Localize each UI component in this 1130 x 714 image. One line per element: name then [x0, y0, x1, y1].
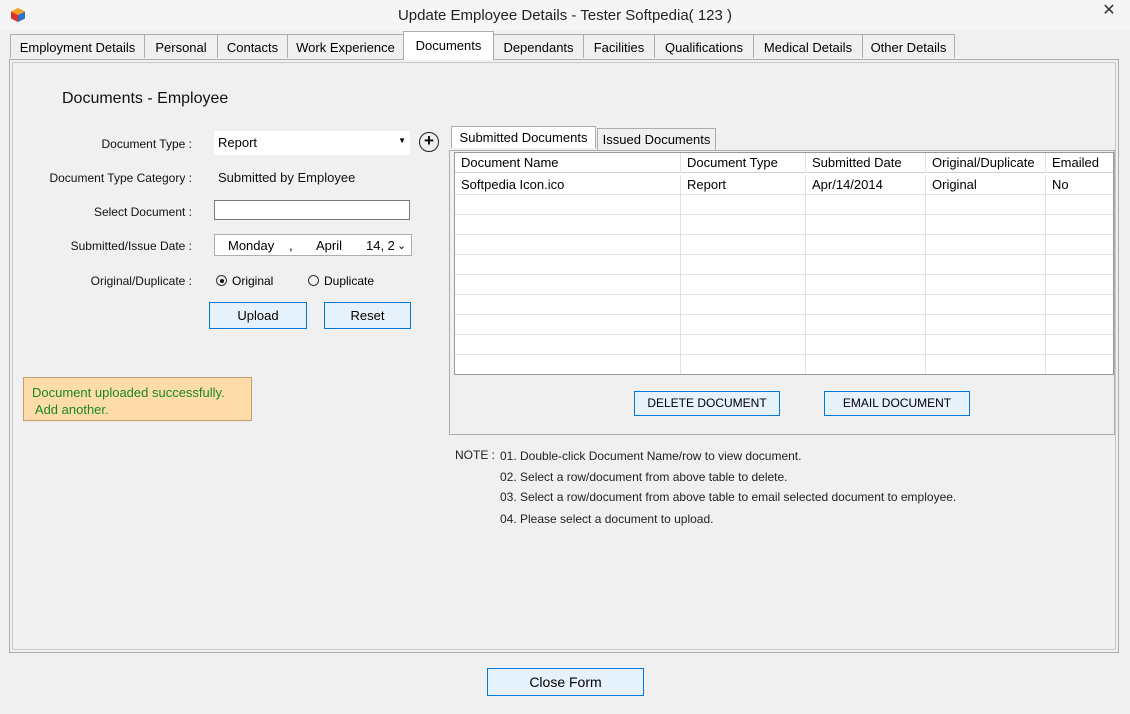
date-day-name: Monday [228, 238, 275, 253]
status-message-line-1: Document uploaded successfully. [32, 385, 225, 400]
reset-button[interactable]: Reset [324, 302, 411, 329]
email-document-button[interactable]: EMAIL DOCUMENT [824, 391, 970, 416]
window-close-button[interactable]: ✕ [1094, 1, 1124, 21]
add-document-type-button[interactable]: + [419, 132, 439, 152]
tab-facilities[interactable]: Facilities [583, 34, 655, 58]
tab-medical-details[interactable]: Medical Details [753, 34, 863, 58]
table-cell: Original [926, 175, 1046, 195]
empty-table-row [455, 195, 1113, 215]
tab-documents[interactable]: Documents [403, 31, 494, 60]
chevron-down-icon: ▼ [398, 136, 406, 145]
tab-dependants[interactable]: Dependants [493, 34, 584, 58]
radio-duplicate-label: Duplicate [324, 274, 375, 288]
tab-other-details[interactable]: Other Details [862, 34, 955, 58]
column-header[interactable]: Document Type [681, 153, 806, 173]
original-duplicate-label: Original/Duplicate : [90, 274, 192, 288]
select-document-label: Select Document : [93, 205, 192, 219]
status-message-line-2: Add another. [32, 402, 109, 417]
close-form-button[interactable]: Close Form [487, 668, 644, 696]
title-bar: Update Employee Details - Tester Softped… [0, 0, 1130, 31]
tab-contacts[interactable]: Contacts [217, 34, 288, 58]
radio-original-label: Original [232, 274, 274, 288]
submitted-issue-date-picker[interactable]: Monday , April 14, 20 ⌄ [214, 234, 412, 256]
column-header[interactable]: Original/Duplicate [926, 153, 1046, 173]
empty-table-row [455, 255, 1113, 275]
subtab-submitted-documents[interactable]: Submitted Documents [451, 126, 596, 148]
empty-table-row [455, 235, 1113, 255]
empty-table-row [455, 335, 1113, 355]
note-item: 01. Double-click Document Name/row to vi… [500, 449, 802, 463]
note-item: 03. Select a row/document from above tab… [500, 490, 957, 504]
section-title: Documents - Employee [62, 90, 229, 107]
upload-button[interactable]: Upload [209, 302, 307, 329]
empty-table-row [455, 315, 1113, 335]
table-cell: Report [681, 175, 806, 195]
date-month: April [316, 238, 343, 253]
table-cell: No [1052, 177, 1069, 192]
empty-table-row [455, 275, 1113, 295]
date-separator: , [289, 238, 293, 253]
table-cell: Apr/14/2014 [806, 175, 926, 195]
radio-duplicate[interactable]: Duplicate [308, 274, 374, 288]
date-day: 14, 20 [366, 238, 394, 253]
empty-table-row [455, 295, 1113, 315]
radio-duplicate-indicator [308, 275, 319, 286]
radio-original[interactable]: Original [216, 274, 273, 288]
table-cell: Softpedia Icon.ico [455, 175, 681, 195]
submitted-issue-date-label: Submitted/Issue Date : [70, 239, 192, 253]
documents-table[interactable]: Document Name Document Type Submitted Da… [454, 152, 1114, 375]
chevron-down-icon: ⌄ [397, 240, 407, 252]
document-type-category-value: Submitted by Employee [218, 170, 356, 185]
note-item: 02. Select a row/document from above tab… [500, 470, 788, 484]
document-type-value: Report [218, 135, 258, 150]
subtab-issued-documents[interactable]: Issued Documents [597, 128, 716, 150]
empty-table-row [455, 215, 1113, 235]
column-header[interactable]: Emailed [1046, 153, 1113, 173]
radio-original-indicator [216, 275, 227, 286]
column-header[interactable]: Submitted Date [806, 153, 926, 173]
column-header[interactable]: Document Name [455, 153, 681, 173]
document-type-select[interactable]: Report ▼ [214, 131, 410, 155]
tab-personal[interactable]: Personal [144, 34, 218, 58]
tab-work-experience[interactable]: Work Experience [287, 34, 404, 58]
note-item: 04. Please select a document to upload. [500, 512, 714, 526]
delete-document-button[interactable]: DELETE DOCUMENT [634, 391, 780, 416]
status-message: Document uploaded successfully. Add anot… [23, 377, 252, 421]
empty-table-row [455, 355, 1113, 374]
tab-qualifications[interactable]: Qualifications [654, 34, 754, 58]
app-window: Update Employee Details - Tester Softped… [0, 0, 1130, 714]
document-type-category-label: Document Type Category : [49, 171, 192, 185]
tab-employment-details[interactable]: Employment Details [10, 34, 145, 58]
document-type-label: Document Type : [101, 137, 193, 151]
select-document-input[interactable] [214, 200, 410, 220]
window-title: Update Employee Details - Tester Softped… [397, 7, 733, 24]
note-label: NOTE : [455, 448, 496, 462]
table-row[interactable]: Softpedia Icon.ico Report Apr/14/2014 Or… [455, 175, 1113, 195]
table-header-row: Document Name Document Type Submitted Da… [455, 153, 1113, 173]
